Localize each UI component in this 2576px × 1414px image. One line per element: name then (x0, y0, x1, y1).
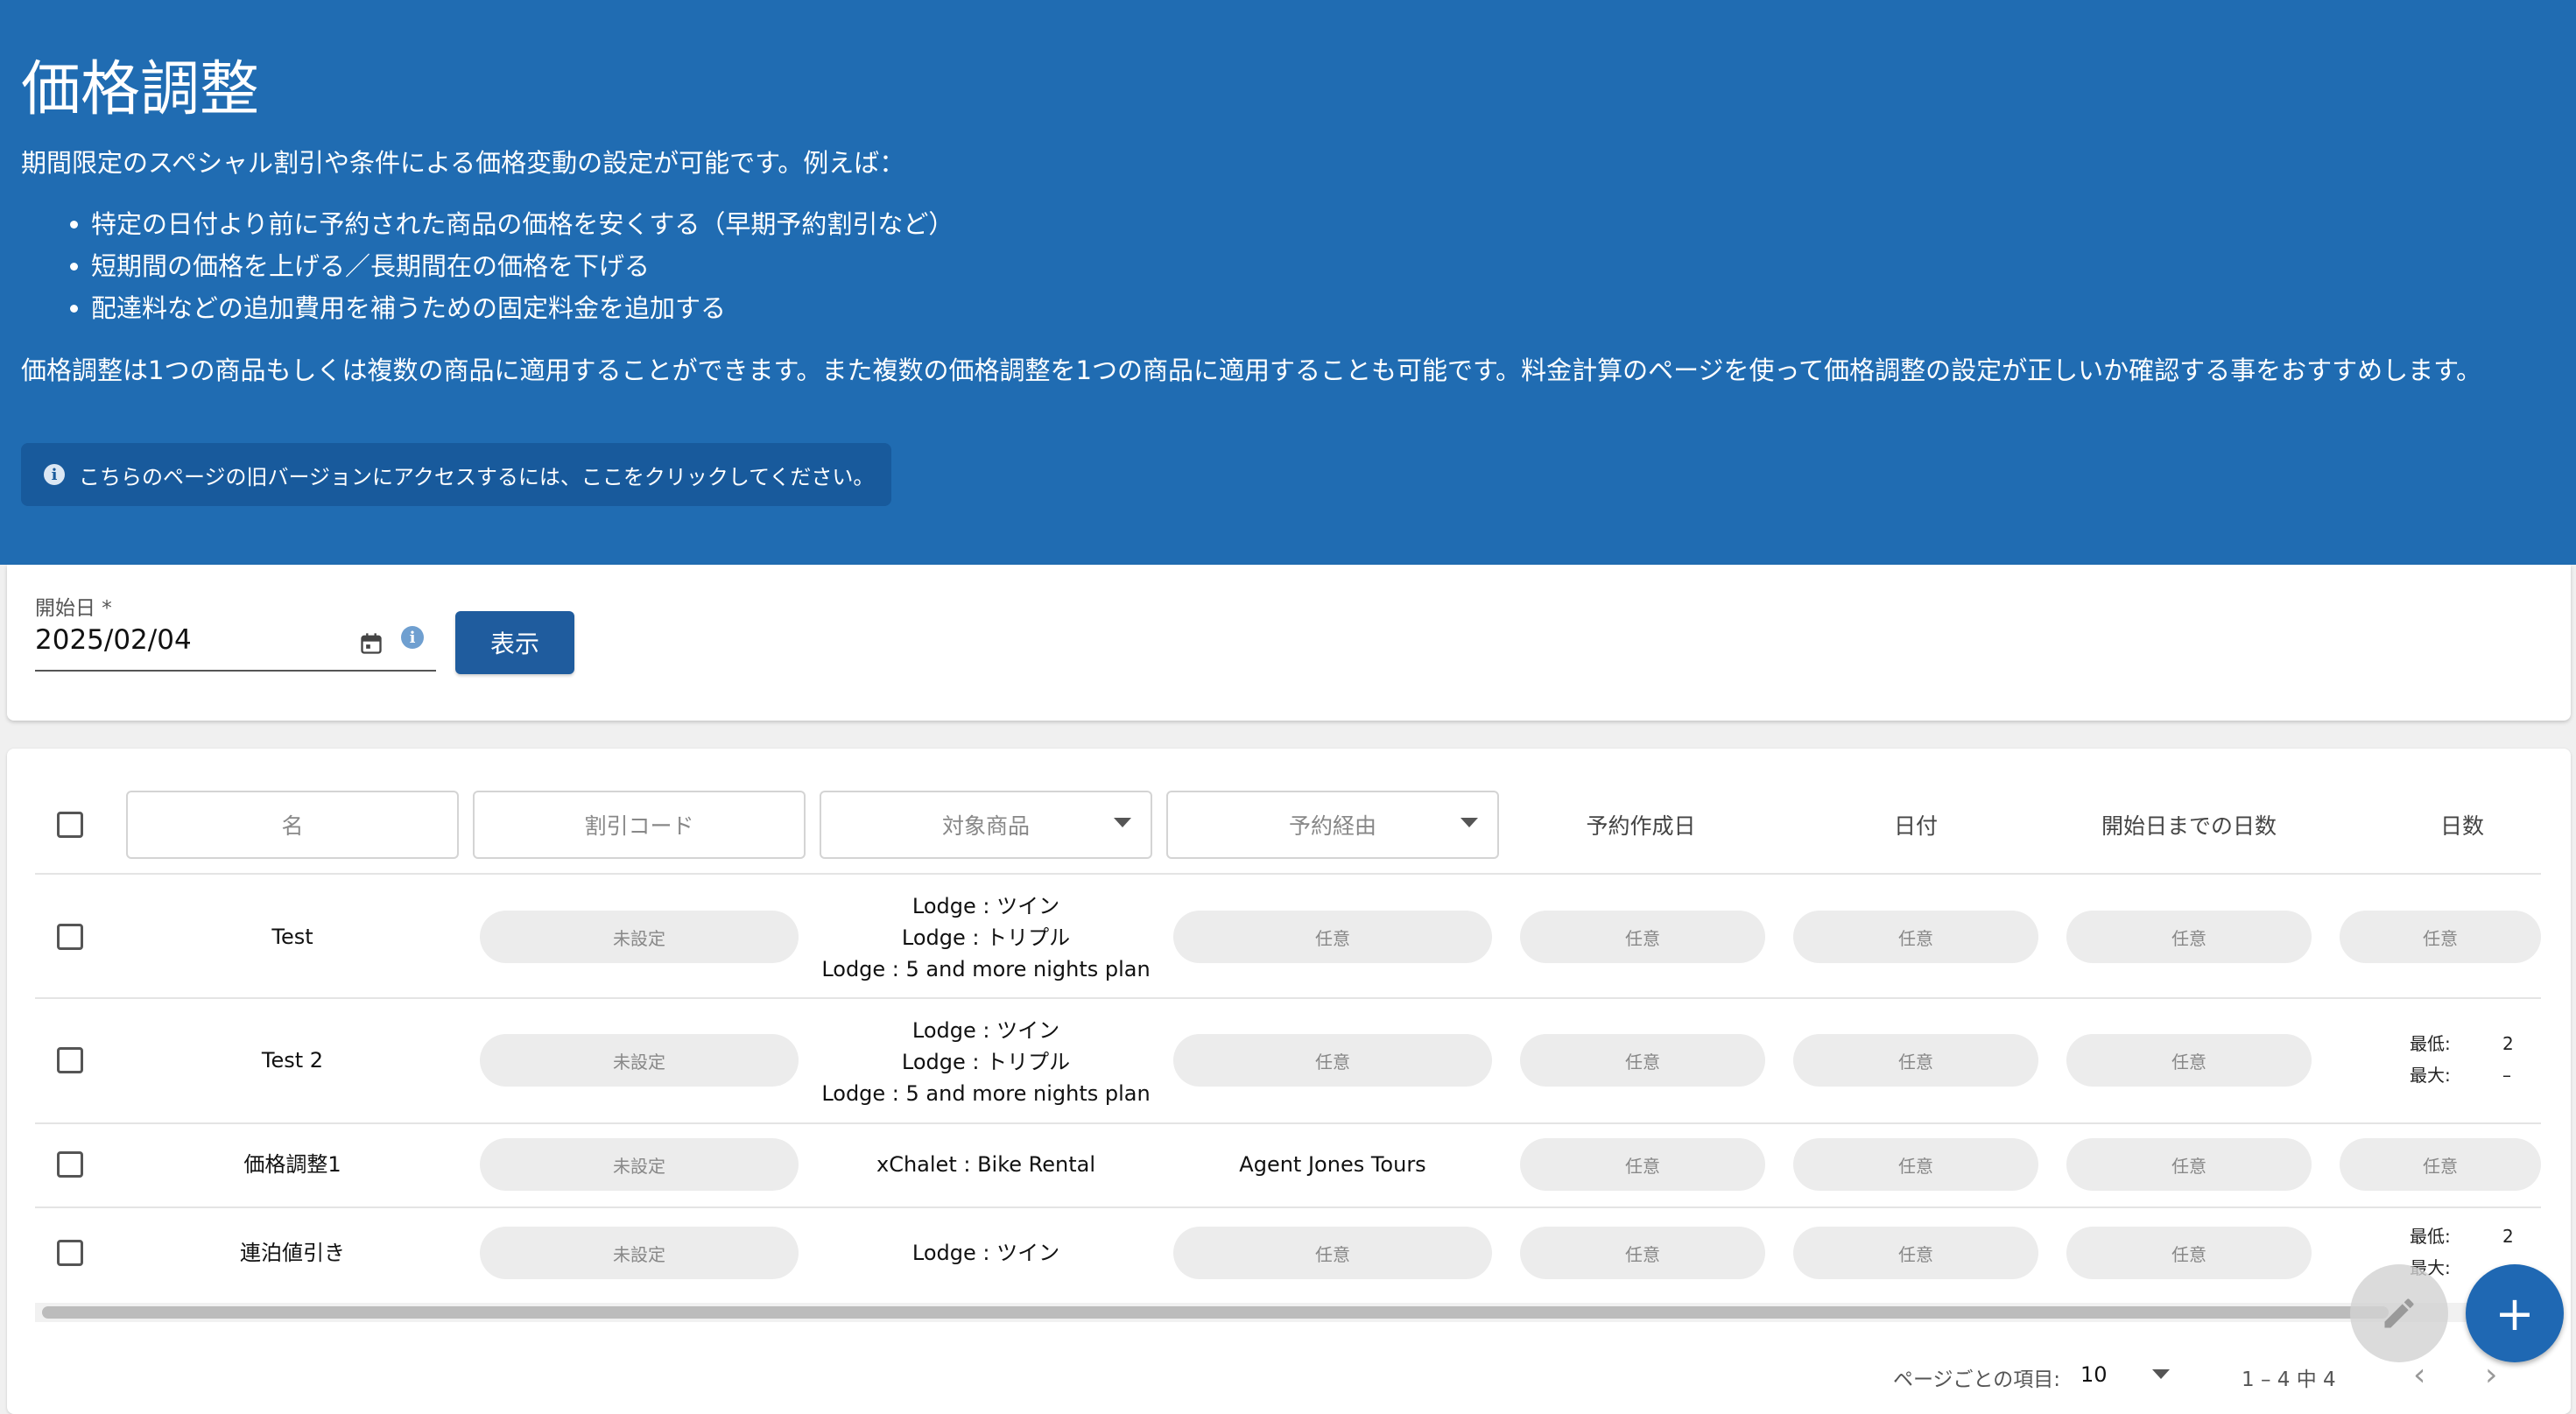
feature-item: 特定の日付より前に予約された商品の価格を安くする（早期予約割引など） (21, 203, 954, 245)
row-checkbox[interactable] (57, 924, 83, 950)
column-header-days[interactable]: 日数 (2340, 805, 2576, 844)
row-name[interactable]: 連泊値引き (126, 1235, 459, 1270)
days-before-pill: 任意 (2066, 1138, 2312, 1191)
channel-filter-select[interactable]: 予約経由 (1166, 791, 1499, 859)
date-filter-card: 開始日 * 2025/02/04 i 表示 (7, 565, 2571, 721)
legacy-version-link[interactable]: こちらのページの旧バージョンにアクセスするには、ここをクリックしてください。 (79, 460, 874, 490)
show-button[interactable]: 表示 (455, 611, 574, 674)
days-max-value: – (2502, 1065, 2511, 1086)
date-pill: 任意 (1793, 911, 2038, 963)
row-checkbox[interactable] (57, 1151, 83, 1178)
row-divider (35, 1122, 2541, 1124)
products-filter-select[interactable]: 対象商品 (820, 791, 1152, 859)
page-size-select[interactable]: 10 (2080, 1362, 2108, 1387)
page-title: 価格調整 (21, 55, 260, 124)
start-date-label: 開始日 * (35, 597, 112, 620)
legacy-version-banner[interactable]: i こちらのページの旧バージョンにアクセスするには、ここをクリックしてください。 (21, 443, 891, 506)
days-max-label: 最大: (2410, 1065, 2451, 1086)
edit-fab-button[interactable] (2350, 1264, 2448, 1362)
row-divider (35, 1206, 2541, 1208)
discount-code-pill: 未設定 (480, 1227, 799, 1279)
channel-value: Agent Jones Tours (1239, 1152, 1426, 1177)
product-item: Lodge : 5 and more nights plan (821, 957, 1151, 981)
product-item: Lodge : ツイン (911, 1241, 1060, 1265)
booking-created-pill: 任意 (1520, 1138, 1765, 1191)
next-page-button[interactable]: › (2485, 1357, 2497, 1393)
start-date-underline (35, 670, 436, 672)
product-item: Lodge : 5 and more nights plan (821, 1081, 1151, 1106)
days-pill: 任意 (2340, 911, 2541, 963)
booking-created-pill: 任意 (1520, 911, 1765, 963)
calendar-icon[interactable] (359, 631, 384, 656)
row-checkbox[interactable] (57, 1240, 83, 1266)
date-pill: 任意 (1793, 1227, 2038, 1279)
row-divider (35, 873, 2541, 875)
usage-note: 価格調整は1つの商品もしくは複数の商品に適用することができます。また複数の価格調… (21, 355, 2482, 385)
discount-code-pill: 未設定 (480, 1138, 799, 1191)
product-item: Lodge : トリプル (901, 925, 1071, 950)
select-all-checkbox[interactable] (57, 812, 83, 838)
chevron-down-icon (1460, 818, 1478, 827)
items-per-page-label: ページごとの項目: (1893, 1368, 2061, 1391)
page-header: 価格調整 期間限定のスペシャル割引や条件による価格変動の設定が可能です。例えば：… (0, 0, 2576, 565)
days-min-value: 2 (2502, 1226, 2514, 1247)
channel-pill: 任意 (1173, 911, 1492, 963)
start-date-input[interactable]: 2025/02/04 (35, 624, 192, 656)
page-range-label: 1 – 4 中 4 (2242, 1368, 2336, 1391)
channel-pill: 任意 (1173, 1227, 1492, 1279)
chevron-down-icon[interactable] (2152, 1369, 2170, 1379)
row-checkbox[interactable] (57, 1047, 83, 1073)
product-item: Lodge : ツイン (911, 1018, 1060, 1043)
column-header-booking-created[interactable]: 予約作成日 (1518, 805, 1763, 844)
channel-pill: 任意 (1173, 1034, 1492, 1087)
info-icon: i (44, 464, 65, 485)
horizontal-scrollbar-thumb[interactable] (42, 1306, 2389, 1319)
column-header-date[interactable]: 日付 (1793, 805, 2038, 844)
date-pill: 任意 (1793, 1138, 2038, 1191)
chevron-down-icon (1114, 818, 1131, 827)
pencil-icon (2384, 1298, 2414, 1328)
days-min-label: 最低: (2410, 1226, 2451, 1247)
booking-created-pill: 任意 (1520, 1227, 1765, 1279)
column-header-days-before-start[interactable]: 開始日までの日数 (2066, 805, 2312, 844)
row-name[interactable]: Test (126, 919, 459, 954)
days-min-value: 2 (2502, 1033, 2514, 1054)
product-item: xChalet : Bike Rental (876, 1152, 1095, 1177)
discount-code-filter-input[interactable]: 割引コード (473, 791, 806, 859)
days-before-pill: 任意 (2066, 911, 2312, 963)
row-name[interactable]: Test 2 (126, 1043, 459, 1078)
name-filter-input[interactable]: 名 (126, 791, 459, 859)
channel-filter-label: 予約経由 (1288, 813, 1376, 839)
feature-item: 短期間の価格を上げる／長期間在の価格を下げる (21, 245, 954, 287)
row-name[interactable]: 価格調整1 (126, 1147, 459, 1182)
previous-page-button[interactable]: ‹ (2413, 1357, 2425, 1393)
booking-created-pill: 任意 (1520, 1034, 1765, 1087)
date-info-icon[interactable]: i (401, 626, 424, 649)
days-before-pill: 任意 (2066, 1034, 2312, 1087)
days-min-label: 最低: (2410, 1033, 2451, 1054)
feature-list: 特定の日付より前に予約された商品の価格を安くする（早期予約割引など） 短期間の価… (21, 203, 954, 329)
product-item: Lodge : トリプル (901, 1050, 1071, 1074)
days-pill: 任意 (2340, 1138, 2541, 1191)
discount-code-pill: 未設定 (480, 1034, 799, 1087)
intro-text: 期間限定のスペシャル割引や条件による価格変動の設定が可能です。例えば： (21, 148, 905, 178)
product-item: Lodge : ツイン (911, 894, 1060, 918)
row-divider (35, 997, 2541, 999)
discount-code-pill: 未設定 (480, 911, 799, 963)
days-before-pill: 任意 (2066, 1227, 2312, 1279)
products-filter-label: 対象商品 (941, 813, 1030, 839)
date-pill: 任意 (1793, 1034, 2038, 1087)
add-fab-button[interactable]: + (2466, 1264, 2564, 1362)
feature-item: 配達料などの追加費用を補うための固定料金を追加する (21, 287, 954, 329)
